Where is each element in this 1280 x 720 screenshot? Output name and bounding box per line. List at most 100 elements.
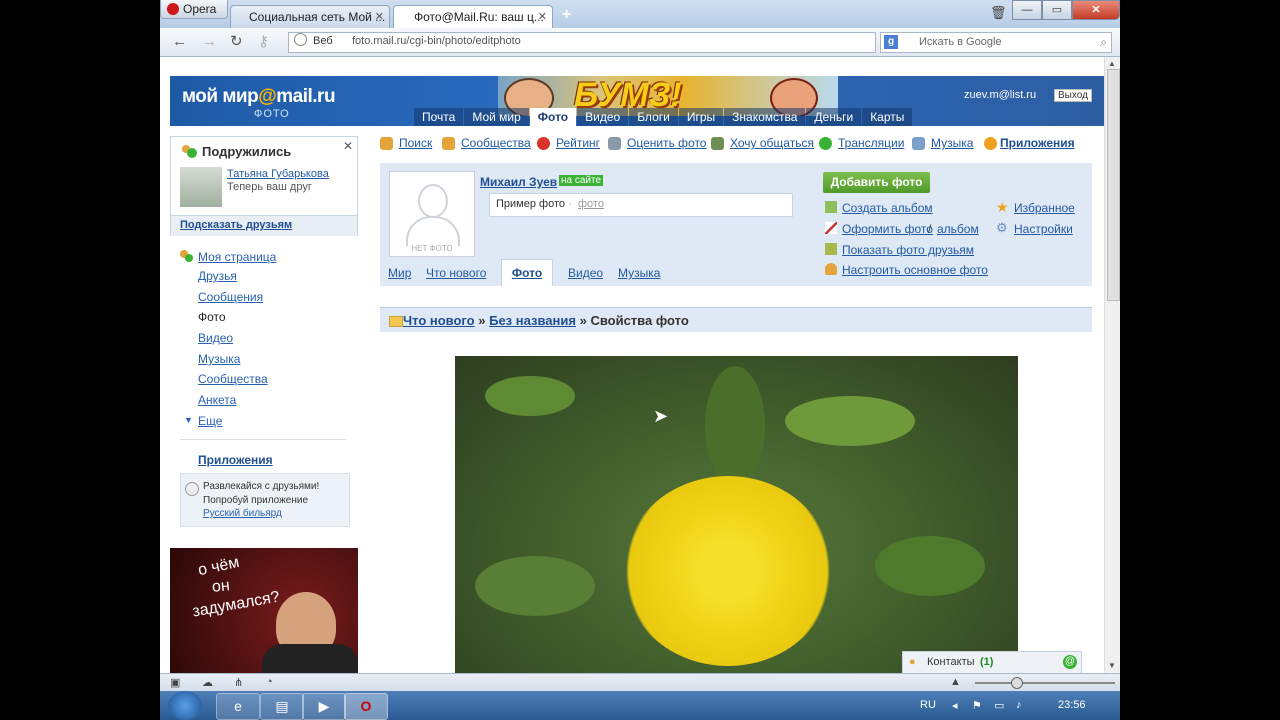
reload-icon[interactable]: ↻	[230, 33, 243, 51]
media-player-taskbar-icon[interactable]: ▶	[302, 693, 346, 720]
nav-photo[interactable]: Фото	[529, 108, 577, 126]
opera-menu-button[interactable]: Opera	[160, 0, 228, 19]
tab-whats-new[interactable]: Что нового	[426, 266, 486, 280]
link-rating[interactable]: Рейтинг	[556, 136, 600, 150]
zoom-slider[interactable]	[975, 677, 1115, 689]
breadcrumb-link-whats-new[interactable]: Что нового	[403, 313, 475, 328]
suggest-friends-link[interactable]: Подсказать друзьям	[180, 219, 292, 231]
opera-taskbar-icon[interactable]: O	[344, 693, 388, 720]
favorites-link[interactable]: Избранное	[1014, 201, 1075, 215]
logout-button[interactable]: Выход	[1054, 89, 1092, 102]
profile-name-link[interactable]: Михаил Зуев	[480, 175, 557, 189]
user-email[interactable]: zuev.m@list.ru	[964, 89, 1036, 101]
windows-taskbar: e ▤ ▶ O RU ◂ ⚑ ▭ ♪ 23:56	[160, 691, 1120, 720]
new-tab-plus-icon[interactable]: +	[562, 6, 571, 24]
sidebar-item-communities[interactable]: Сообщества	[198, 372, 268, 386]
scroll-up-icon[interactable]: ▲	[1108, 59, 1116, 68]
sidebar-item-messages[interactable]: Сообщения	[198, 290, 263, 304]
nav-myworld[interactable]: Мой мир	[464, 108, 529, 126]
share-icon[interactable]: ⋔	[234, 676, 243, 689]
sidebar-item-profile[interactable]: Анкета	[198, 393, 236, 407]
link-rate-photo[interactable]: Оценить фото	[627, 136, 706, 150]
tab-world[interactable]: Мир	[388, 266, 411, 280]
nav-video[interactable]: Видео	[577, 108, 629, 126]
maximize-button[interactable]: ▭	[1042, 0, 1072, 20]
nav-mail[interactable]: Почта	[414, 108, 464, 126]
forward-arrow-icon[interactable]: →	[202, 33, 217, 51]
minimize-button[interactable]: —	[1012, 0, 1042, 20]
album-photo-link[interactable]: фото	[578, 198, 604, 210]
close-icon[interactable]: ✕	[375, 6, 384, 28]
panel-icon[interactable]: ▣	[170, 676, 180, 689]
nav-dating[interactable]: Знакомства	[724, 108, 806, 126]
nav-money[interactable]: Деньги	[806, 108, 862, 126]
clock[interactable]: 23:56	[1058, 699, 1086, 711]
link-music[interactable]: Музыка	[931, 136, 973, 150]
url-text[interactable]: foto.mail.ru/cgi-bin/photo/editphoto	[352, 32, 521, 51]
link-broadcasts[interactable]: Трансляции	[838, 136, 904, 150]
nav-games[interactable]: Игры	[678, 108, 724, 126]
sidebar-ad[interactable]: о чём он задумался?	[170, 548, 358, 673]
zoom-up-icon[interactable]: ▲	[950, 676, 961, 688]
format-photo-link[interactable]: Оформить фото	[842, 222, 933, 236]
search-field[interactable]: g Искать в Google ⌕	[880, 32, 1112, 53]
format-album-link[interactable]: альбом	[937, 222, 979, 236]
tray-arrow-icon[interactable]: ◂	[952, 699, 958, 712]
link-communities[interactable]: Сообщества	[461, 136, 531, 150]
link-search[interactable]: Поиск	[399, 136, 432, 150]
agent-icon[interactable]: @	[1063, 655, 1077, 669]
zoom-slider-knob[interactable]	[1011, 677, 1023, 689]
chevron-down-icon[interactable]: ▼	[184, 415, 193, 425]
tab-photo[interactable]: Фото@Mail.Ru: ваш ц... ✕	[393, 5, 553, 28]
breadcrumb-link-untitled[interactable]: Без названия	[489, 313, 576, 328]
key-icon[interactable]: ⚷	[258, 33, 269, 51]
friend-name-link[interactable]: Татьяна Губарькова	[227, 168, 329, 180]
page-scrollbar[interactable]: ▲ ▼	[1104, 57, 1120, 673]
close-icon[interactable]: ✕	[343, 139, 353, 153]
link-apps[interactable]: Приложения	[1000, 136, 1075, 150]
google-icon[interactable]: g	[884, 35, 898, 49]
tab-social[interactable]: Социальная сеть Мой ... ✕	[230, 5, 390, 28]
cloud-icon[interactable]: ☁	[202, 676, 213, 689]
language-indicator[interactable]: RU	[920, 699, 936, 711]
close-icon[interactable]: ✕	[538, 6, 547, 28]
tab-video[interactable]: Видео	[568, 266, 603, 280]
tab-music[interactable]: Музыка	[618, 266, 660, 280]
back-arrow-icon[interactable]: ←	[172, 33, 187, 51]
browser-statusbar: ▣ ☁ ⋔ ◔ ▲	[160, 673, 1120, 692]
ie-taskbar-icon[interactable]: e	[216, 693, 260, 720]
friends-box: Подружились ✕ Татьяна Губарькова Теперь …	[170, 136, 358, 236]
network-icon[interactable]: ▭	[994, 699, 1004, 712]
scrollbar-thumb[interactable]	[1107, 69, 1120, 301]
tab-photo-active[interactable]: Фото	[501, 259, 553, 286]
show-photo-friends-link[interactable]: Показать фото друзьям	[842, 243, 974, 257]
link-want-chat[interactable]: Хочу общаться	[730, 136, 814, 150]
photo-image[interactable]: ➤	[455, 356, 1018, 673]
sidebar-item-more[interactable]: Еще	[198, 414, 222, 428]
start-button[interactable]	[168, 691, 202, 720]
add-photo-button[interactable]: Добавить фото	[823, 172, 930, 193]
app-promo-link[interactable]: Русский бильярд	[203, 508, 282, 519]
contacts-widget[interactable]: ● Контакты (1) @	[902, 651, 1082, 673]
speed-icon[interactable]: ◔	[266, 676, 273, 688]
avatar[interactable]	[180, 167, 222, 207]
sidebar-item-my-page[interactable]: Моя страница	[198, 250, 276, 264]
create-album-link[interactable]: Создать альбом	[842, 201, 933, 215]
nav-maps[interactable]: Карты	[862, 108, 913, 126]
scroll-down-icon[interactable]: ▼	[1108, 661, 1116, 670]
site-logo[interactable]: мой мир@mail.ru	[182, 86, 336, 108]
flag-icon[interactable]: ⚑	[972, 699, 982, 712]
sidebar-item-photo[interactable]: Фото	[198, 310, 226, 324]
trash-icon[interactable]: 🗑	[990, 5, 1007, 21]
settings-link[interactable]: Настройки	[1014, 222, 1073, 236]
volume-icon[interactable]: ♪	[1016, 699, 1022, 711]
search-icon[interactable]: ⌕	[1100, 33, 1107, 52]
close-window-button[interactable]: ✕	[1072, 0, 1120, 20]
profile-no-photo[interactable]: НЕТ ФОТО	[389, 171, 475, 257]
sidebar-apps-title[interactable]: Приложения	[198, 453, 273, 467]
sidebar-item-video[interactable]: Видео	[198, 331, 233, 345]
nav-blogs[interactable]: Блоги	[629, 108, 678, 126]
sidebar-item-friends[interactable]: Друзья	[198, 269, 237, 283]
sidebar-item-music[interactable]: Музыка	[198, 352, 240, 366]
explorer-taskbar-icon[interactable]: ▤	[260, 693, 304, 720]
